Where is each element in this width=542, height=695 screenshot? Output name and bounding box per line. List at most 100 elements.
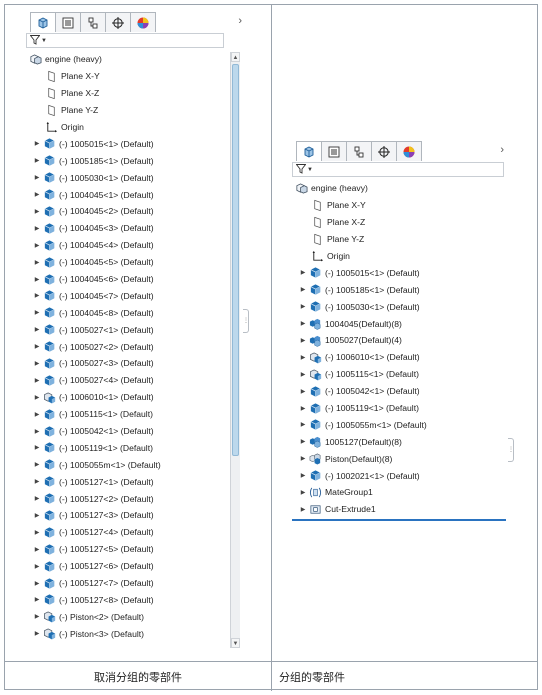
tree-item[interactable]: Plane X-Y (292, 197, 504, 214)
tree-item[interactable]: ▶ (-) 1004045<8> (Default) (26, 304, 230, 321)
left-panel-resize-grip[interactable]: ⋮ (243, 309, 249, 333)
expand-arrow-icon[interactable]: ▶ (32, 360, 42, 367)
tree-item[interactable]: ▶ (-) 1005185<1> (Default) (292, 281, 504, 298)
tree-item[interactable]: ▶ (-) 1005127<4> (Default) (26, 524, 230, 541)
expand-arrow-icon[interactable]: ▶ (298, 320, 308, 327)
tree-item[interactable]: ▶ (-) 1005042<1> (Default) (26, 423, 230, 440)
expand-arrow-icon[interactable]: ▶ (32, 343, 42, 350)
left-filter-bar[interactable]: ▼ (26, 33, 224, 48)
tree-item[interactable]: Origin (26, 119, 230, 136)
tree-item[interactable]: ▶ (-) 1005127<2> (Default) (26, 490, 230, 507)
expand-arrow-icon[interactable]: ▶ (32, 140, 42, 147)
tree-item[interactable]: ▶ (-) 1004045<4> (Default) (26, 237, 230, 254)
expand-arrow-icon[interactable]: ▶ (32, 512, 42, 519)
tree-item[interactable]: ▶ (-) 1006010<1> (Default) (292, 349, 504, 366)
tree-item[interactable]: ▶ (-) 1005119<1> (Default) (292, 400, 504, 417)
expand-arrow-icon[interactable]: ▶ (298, 489, 308, 496)
expand-arrow-icon[interactable]: ▶ (32, 411, 42, 418)
tree-item[interactable]: Origin (292, 248, 504, 265)
tree-item[interactable]: ▶ (-) 1005115<1> (Default) (292, 366, 504, 383)
expand-arrow-icon[interactable]: ▶ (32, 174, 42, 181)
tree-item[interactable]: ▶ (-) 1005015<1> (Default) (26, 135, 230, 152)
filter-icon[interactable] (29, 34, 41, 47)
tree-item[interactable]: ▶ (-) 1005027<3> (Default) (26, 355, 230, 372)
expand-arrow-icon[interactable]: ▶ (32, 309, 42, 316)
expand-arrow-icon[interactable]: ▶ (32, 208, 42, 215)
tree-item[interactable]: ▶ (-) 1005119<1> (Default) (26, 439, 230, 456)
tree-item[interactable]: ▶ (-) 1005127<7> (Default) (26, 575, 230, 592)
expand-arrow-icon[interactable]: ▶ (298, 371, 308, 378)
tree-item[interactable]: ▶ (-) 1005030<1> (Default) (292, 298, 504, 315)
scroll-down-arrow[interactable]: ▼ (231, 638, 240, 648)
dimxpert-tab[interactable] (105, 12, 131, 32)
left-vertical-scrollbar[interactable]: ▲ ▼ (230, 52, 240, 648)
expand-arrow-icon[interactable]: ▶ (32, 596, 42, 603)
scroll-up-arrow[interactable]: ▲ (231, 52, 240, 62)
expand-arrow-icon[interactable]: ▶ (298, 455, 308, 462)
expand-arrow-icon[interactable]: ▶ (32, 478, 42, 485)
configuration-tab[interactable] (346, 141, 372, 161)
filter-icon[interactable] (295, 163, 307, 176)
configuration-tab[interactable] (80, 12, 106, 32)
tree-item[interactable]: ▶ Cut-Extrude1 (292, 501, 504, 518)
expand-arrow-icon[interactable]: ▶ (298, 354, 308, 361)
dimxpert-tab[interactable] (371, 141, 397, 161)
expand-arrow-icon[interactable]: ▶ (32, 157, 42, 164)
expand-arrow-icon[interactable]: ▶ (32, 292, 42, 299)
tree-item[interactable]: ▶ 1005027(Default)(4) (292, 332, 504, 349)
expand-arrow-icon[interactable]: ▶ (32, 259, 42, 266)
expand-arrow-icon[interactable]: ▶ (32, 630, 42, 637)
right-panel-resize-grip[interactable]: ⋮ (508, 438, 514, 462)
expand-arrow-icon[interactable]: ▶ (32, 495, 42, 502)
expand-arrow-icon[interactable]: ▶ (298, 472, 308, 479)
expand-arrow-icon[interactable]: ▶ (32, 191, 42, 198)
tree-item[interactable]: ▶ (-) 1004045<1> (Default) (26, 186, 230, 203)
expand-arrow-icon[interactable]: ▶ (32, 461, 42, 468)
tree-item[interactable]: ▶ (-) 1005027<1> (Default) (26, 321, 230, 338)
property-tab[interactable] (55, 12, 81, 32)
filter-dropdown-caret[interactable]: ▼ (41, 38, 47, 44)
tree-item[interactable]: Plane X-Z (26, 85, 230, 102)
expand-arrow-icon[interactable]: ▶ (298, 506, 308, 513)
tree-item[interactable]: ▶ (-) Piston<2> (Default) (26, 608, 230, 625)
tree-item[interactable]: ▶ (-) 1005127<3> (Default) (26, 507, 230, 524)
expand-arrow-icon[interactable]: ▶ (32, 613, 42, 620)
expand-arrow-icon[interactable]: ▶ (298, 388, 308, 395)
expand-arrow-icon[interactable]: ▶ (32, 546, 42, 553)
tree-item[interactable]: ▶ (-) 1004045<3> (Default) (26, 220, 230, 237)
expand-arrow-icon[interactable]: ▶ (298, 269, 308, 276)
expand-arrow-icon[interactable]: ▶ (298, 438, 308, 445)
expand-arrow-icon[interactable]: ▶ (32, 444, 42, 451)
tree-item[interactable]: engine (heavy) (292, 180, 504, 197)
scroll-thumb[interactable] (232, 64, 239, 456)
tree-item[interactable]: ▶ (-) 1005027<2> (Default) (26, 338, 230, 355)
expand-arrow-icon[interactable]: ▶ (32, 276, 42, 283)
tree-item[interactable]: Plane X-Z (292, 214, 504, 231)
expand-arrow-icon[interactable]: ▶ (32, 580, 42, 587)
tree-item[interactable]: ▶ (-) 1005055m<1> (Default) (26, 456, 230, 473)
tree-item[interactable]: Plane Y-Z (292, 231, 504, 248)
tree-item[interactable]: engine (heavy) (26, 51, 230, 68)
expand-arrow-icon[interactable]: ▶ (298, 286, 308, 293)
tree-item[interactable]: ▶ (-) 1005127<1> (Default) (26, 473, 230, 490)
feature-tree-tab[interactable] (30, 12, 56, 32)
expand-arrow-icon[interactable]: ▶ (298, 337, 308, 344)
expand-arrow-icon[interactable]: ▶ (32, 225, 42, 232)
tree-item[interactable]: ▶ (-) 1004045<6> (Default) (26, 271, 230, 288)
expand-arrow-icon[interactable]: ▶ (32, 563, 42, 570)
tree-item[interactable]: ▶ (-) 1005127<5> (Default) (26, 541, 230, 558)
tab-overflow-chevron[interactable]: › (500, 144, 504, 156)
expand-arrow-icon[interactable]: ▶ (32, 326, 42, 333)
tree-item[interactable]: ▶ (-) 1005185<1> (Default) (26, 152, 230, 169)
tree-item[interactable]: Plane Y-Z (26, 102, 230, 119)
tree-item[interactable]: ▶ (-) 1002021<1> (Default) (292, 467, 504, 484)
appearance-tab[interactable] (130, 12, 156, 32)
tree-item[interactable]: ▶ (-) 1005042<1> (Default) (292, 383, 504, 400)
expand-arrow-icon[interactable]: ▶ (32, 529, 42, 536)
tree-item[interactable]: ▶ (-) 1005127<8> (Default) (26, 592, 230, 609)
right-filter-bar[interactable]: ▼ (292, 162, 504, 177)
expand-arrow-icon[interactable]: ▶ (298, 405, 308, 412)
expand-arrow-icon[interactable]: ▶ (32, 394, 42, 401)
feature-tree-tab[interactable] (296, 141, 322, 161)
expand-arrow-icon[interactable]: ▶ (298, 421, 308, 428)
